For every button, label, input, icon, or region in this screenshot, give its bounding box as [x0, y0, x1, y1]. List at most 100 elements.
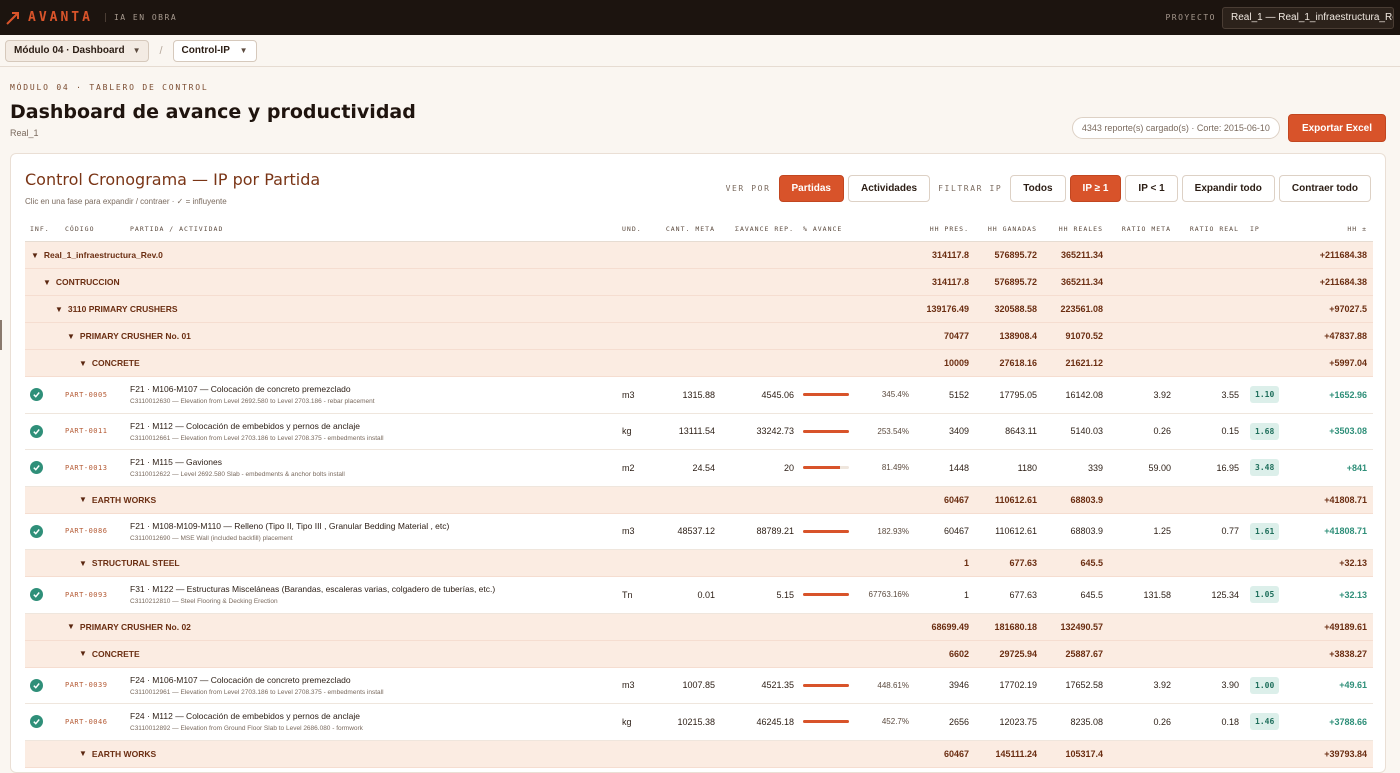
progress-bar — [803, 466, 849, 470]
pct-avance-cell: 182.93% — [803, 514, 909, 550]
ratio-real-cell: 125.34 — [1211, 589, 1239, 600]
group-name: CONCRETE — [91, 358, 140, 368]
col-header-partida[interactable]: PARTIDA / ACTIVIDAD — [130, 216, 223, 241]
group-row[interactable]: ▼ CONCRETE 10009 27618.16 21621.12 +5997.04 — [25, 350, 1373, 377]
col-header-pct-avance[interactable]: % AVANCE — [803, 216, 842, 241]
hh-ganadas-cell: 576895.72 — [994, 250, 1037, 260]
col-header-hh-ganadas[interactable]: HH GANADAS — [969, 216, 1037, 241]
group-name-cell[interactable]: ▼ STRUCTURAL STEEL — [79, 550, 180, 576]
partida-detail: C3110012690 — MSE Wall (included backfil… — [130, 534, 293, 542]
collapse-triangle-icon[interactable]: ▼ — [67, 332, 75, 341]
group-row[interactable]: ▼ CONTRUCCION 314117.8 576895.72 365211.34 +2… — [25, 269, 1373, 296]
group-row[interactable]: ▼ PRIMARY CRUSHER No. 02 68699.49 181680.18… — [25, 613, 1373, 641]
hh-ganadas-cell: 8643.11 — [1005, 426, 1037, 437]
hh-reales-cell: 16142.08 — [1065, 389, 1103, 400]
hh-pres-cell: 3409 — [948, 426, 969, 437]
group-row[interactable]: ▼ Real_1_infraestructura_Rev.0 314117.8 576… — [25, 242, 1373, 269]
collapse-triangle-icon[interactable]: ▼ — [79, 559, 87, 568]
side-drawer-handle[interactable] — [0, 320, 2, 350]
col-header-codigo[interactable]: CÓDIGO — [65, 216, 94, 241]
table-row[interactable]: PART-0086 F21 · M108-M109-M110 — Relleno … — [25, 513, 1373, 550]
collapse-triangle-icon[interactable]: ▼ — [67, 622, 75, 631]
group-name: CONCRETE — [91, 648, 140, 659]
hh-reales-cell: 5140.03 — [1070, 426, 1103, 437]
group-name-cell[interactable]: ▼ PRIMARY CRUSHER No. 01 — [67, 323, 191, 349]
partida-detail: C3110012622 — Level 2692.580 Slab - embe… — [130, 471, 345, 479]
collapse-triangle-icon[interactable]: ▼ — [79, 749, 87, 758]
col-header-hh-pm[interactable]: HH ± — [1285, 216, 1367, 241]
group-row[interactable]: ▼ EARTH WORKS 60467 145111.24 105317.4 +39793… — [25, 740, 1373, 768]
group-name-cell[interactable]: ▼ Real_1_infraestructura_Rev.0 — [31, 242, 163, 268]
collapse-triangle-icon[interactable]: ▼ — [55, 305, 63, 314]
collapse-triangle-icon[interactable]: ▼ — [79, 649, 87, 658]
group-name-cell[interactable]: ▼ EARTH WORKS — [79, 487, 156, 513]
hh-pm-cell: +39793.84 — [1324, 748, 1367, 759]
group-row[interactable]: ▼ STRUCTURAL STEEL 1 677.63 645.5 +32.13 — [25, 550, 1373, 577]
check-circle-icon — [30, 388, 43, 402]
collapse-triangle-icon[interactable]: ▼ — [79, 359, 87, 368]
module-select[interactable]: Módulo 04 · Dashboard ▼ — [5, 39, 150, 62]
group-row[interactable]: ▼ PRIMARY CRUSHER No. 01 70477 138908.4 9107… — [25, 323, 1373, 350]
group-name-cell[interactable]: ▼ CONTRUCCION — [43, 269, 120, 295]
col-header-avance-rep[interactable]: ΣAVANCE REP. — [715, 216, 794, 241]
hh-pm-cell: +32.13 — [1339, 558, 1367, 568]
group-name-cell[interactable]: ▼ EARTH WORKS — [79, 741, 156, 767]
table-row[interactable]: PART-0013 F21 · M115 — Gaviones C311001262… — [25, 450, 1373, 487]
influential-cell — [30, 704, 43, 740]
group-name-cell[interactable]: ▼ 3110 PRIMARY CRUSHERS — [55, 296, 178, 322]
col-header-inf[interactable]: INF. — [30, 216, 50, 241]
hh-ganadas-cell: 27618.16 — [999, 358, 1037, 368]
brand[interactable]: AVANTA IA EN OBRA — [6, 10, 177, 25]
collapse-triangle-icon[interactable]: ▼ — [79, 495, 87, 504]
avance-rep-cell: 33242.73 — [756, 426, 794, 437]
export-excel-button[interactable]: Exportar Excel — [1287, 114, 1386, 142]
group-name-cell[interactable]: ▼ CONCRETE — [79, 350, 140, 376]
col-header-cant-meta[interactable]: CANT. META — [645, 216, 715, 241]
hh-pm-cell: +49.61 — [1339, 680, 1367, 691]
col-header-und[interactable]: UND. — [622, 216, 642, 241]
cant-meta-cell: 24.54 — [692, 462, 715, 473]
hh-pres-cell: 1 — [963, 558, 969, 568]
cant-meta-cell: 1007.85 — [682, 680, 715, 691]
progress-bar-fill — [803, 720, 849, 724]
expand-all-button[interactable]: Expandir todo — [1181, 175, 1275, 202]
col-header-hh-pres[interactable]: HH PRES. — [895, 216, 969, 241]
table-row[interactable]: PART-0011 F21 · M112 — Colocación de embe… — [25, 413, 1373, 450]
hh-reales-cell: 645.5 — [1080, 558, 1103, 568]
col-header-ratio-real[interactable]: RATIO REAL — [1171, 216, 1239, 241]
table-row[interactable]: PART-0046 F24 · M112 — Colocación de embe… — [25, 704, 1373, 741]
filter-ip-ge1-button[interactable]: IP ≥ 1 — [1069, 175, 1122, 202]
col-header-ip[interactable]: IP — [1250, 216, 1260, 241]
collapse-triangle-icon[interactable]: ▼ — [43, 278, 51, 287]
cant-meta-cell: 0.01 — [697, 589, 715, 600]
group-name: PRIMARY CRUSHER No. 01 — [79, 331, 191, 341]
table-row[interactable]: PART-0005 F21 · M106-M107 — Colocación de… — [25, 377, 1373, 414]
col-header-ratio-meta[interactable]: RATIO META — [1103, 216, 1171, 241]
avance-rep-cell: 5.15 — [776, 589, 794, 600]
hh-pres-cell: 5152 — [948, 389, 969, 400]
group-name-cell[interactable]: ▼ CONCRETE — [79, 641, 140, 667]
group-row[interactable]: ▼ EARTH WORKS 60467 110612.61 68803.9 +41808.… — [25, 486, 1373, 514]
filter-all-button[interactable]: Todos — [1010, 175, 1066, 202]
hh-reales-cell: 17652.58 — [1065, 680, 1103, 691]
view-partidas-button[interactable]: Partidas — [778, 175, 844, 202]
group-name-cell[interactable]: ▼ PRIMARY CRUSHER No. 02 — [67, 614, 191, 640]
ip-badge: 3.48 — [1250, 459, 1280, 477]
table-row[interactable]: PART-0093 F31 · M122 — Estructuras Miscel… — [25, 577, 1373, 614]
collapse-all-button[interactable]: Contraer todo — [1278, 175, 1371, 202]
partida-title: F21 · M112 — Colocación de embebidos y p… — [130, 420, 360, 431]
code-cell: PART-0005 — [65, 390, 108, 399]
group-row[interactable]: ▼ CONCRETE 6602 29725.94 25887.67 +3838.27 — [25, 640, 1373, 668]
description-cell: F21 · M108-M109-M110 — Relleno (Tipo II,… — [130, 514, 449, 550]
group-row[interactable]: ▼ 3110 PRIMARY CRUSHERS 139176.49 320588.58… — [25, 296, 1373, 323]
project-select[interactable]: Real_1 — Real_1_infraestructura_Rev.0 — [1222, 6, 1394, 29]
view-actividades-button[interactable]: Actividades — [847, 175, 931, 202]
collapse-triangle-icon[interactable]: ▼ — [31, 251, 39, 260]
col-header-hh-reales[interactable]: HH REALES — [1037, 216, 1103, 241]
partida-title: F24 · M106-M107 — Colocación de concreto… — [130, 674, 351, 685]
influential-cell — [30, 414, 43, 450]
filter-ip-lt1-button[interactable]: IP < 1 — [1125, 175, 1178, 202]
table-row[interactable]: PART-0039 F24 · M106-M107 — Colocación de… — [25, 667, 1373, 704]
ratio-real-cell: 3.90 — [1221, 680, 1239, 691]
view-select[interactable]: Control-IP ▼ — [172, 39, 257, 62]
